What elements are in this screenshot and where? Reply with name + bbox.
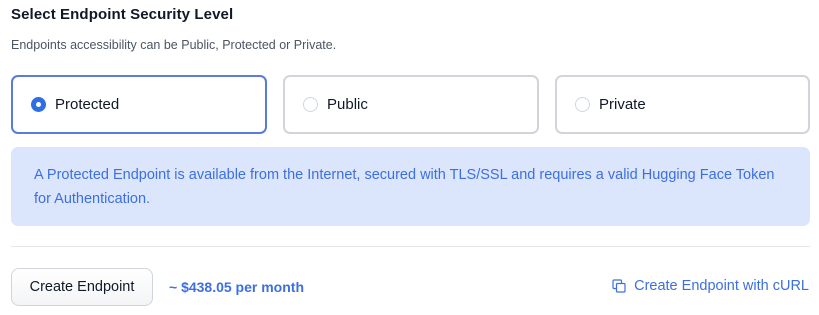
radio-unchecked-icon[interactable] — [575, 97, 590, 112]
create-endpoint-button[interactable]: Create Endpoint — [11, 268, 153, 306]
create-endpoint-curl-label: Create Endpoint with cURL — [634, 278, 809, 294]
security-option-private[interactable]: Private — [555, 75, 810, 134]
copy-icon — [612, 279, 626, 293]
section-subtitle: Endpoints accessibility can be Public, P… — [11, 38, 337, 52]
endpoint-security-panel: Select Endpoint Security Level Endpoints… — [0, 0, 819, 315]
divider — [11, 246, 810, 247]
create-endpoint-curl-link[interactable]: Create Endpoint with cURL — [612, 278, 809, 294]
security-option-public[interactable]: Public — [283, 75, 539, 134]
security-option-label: Public — [327, 96, 368, 113]
radio-checked-icon[interactable] — [31, 97, 46, 112]
security-option-protected[interactable]: Protected — [11, 75, 267, 134]
security-info-text: A Protected Endpoint is available from t… — [34, 167, 775, 207]
security-option-label: Protected — [55, 96, 120, 113]
section-title: Select Endpoint Security Level — [11, 6, 234, 23]
security-option-label: Private — [599, 96, 646, 113]
security-level-options: Protected Public Private — [11, 75, 810, 134]
security-info-box: A Protected Endpoint is available from t… — [11, 147, 810, 226]
monthly-price: ~ $438.05 per month — [169, 279, 305, 295]
radio-unchecked-icon[interactable] — [303, 97, 318, 112]
